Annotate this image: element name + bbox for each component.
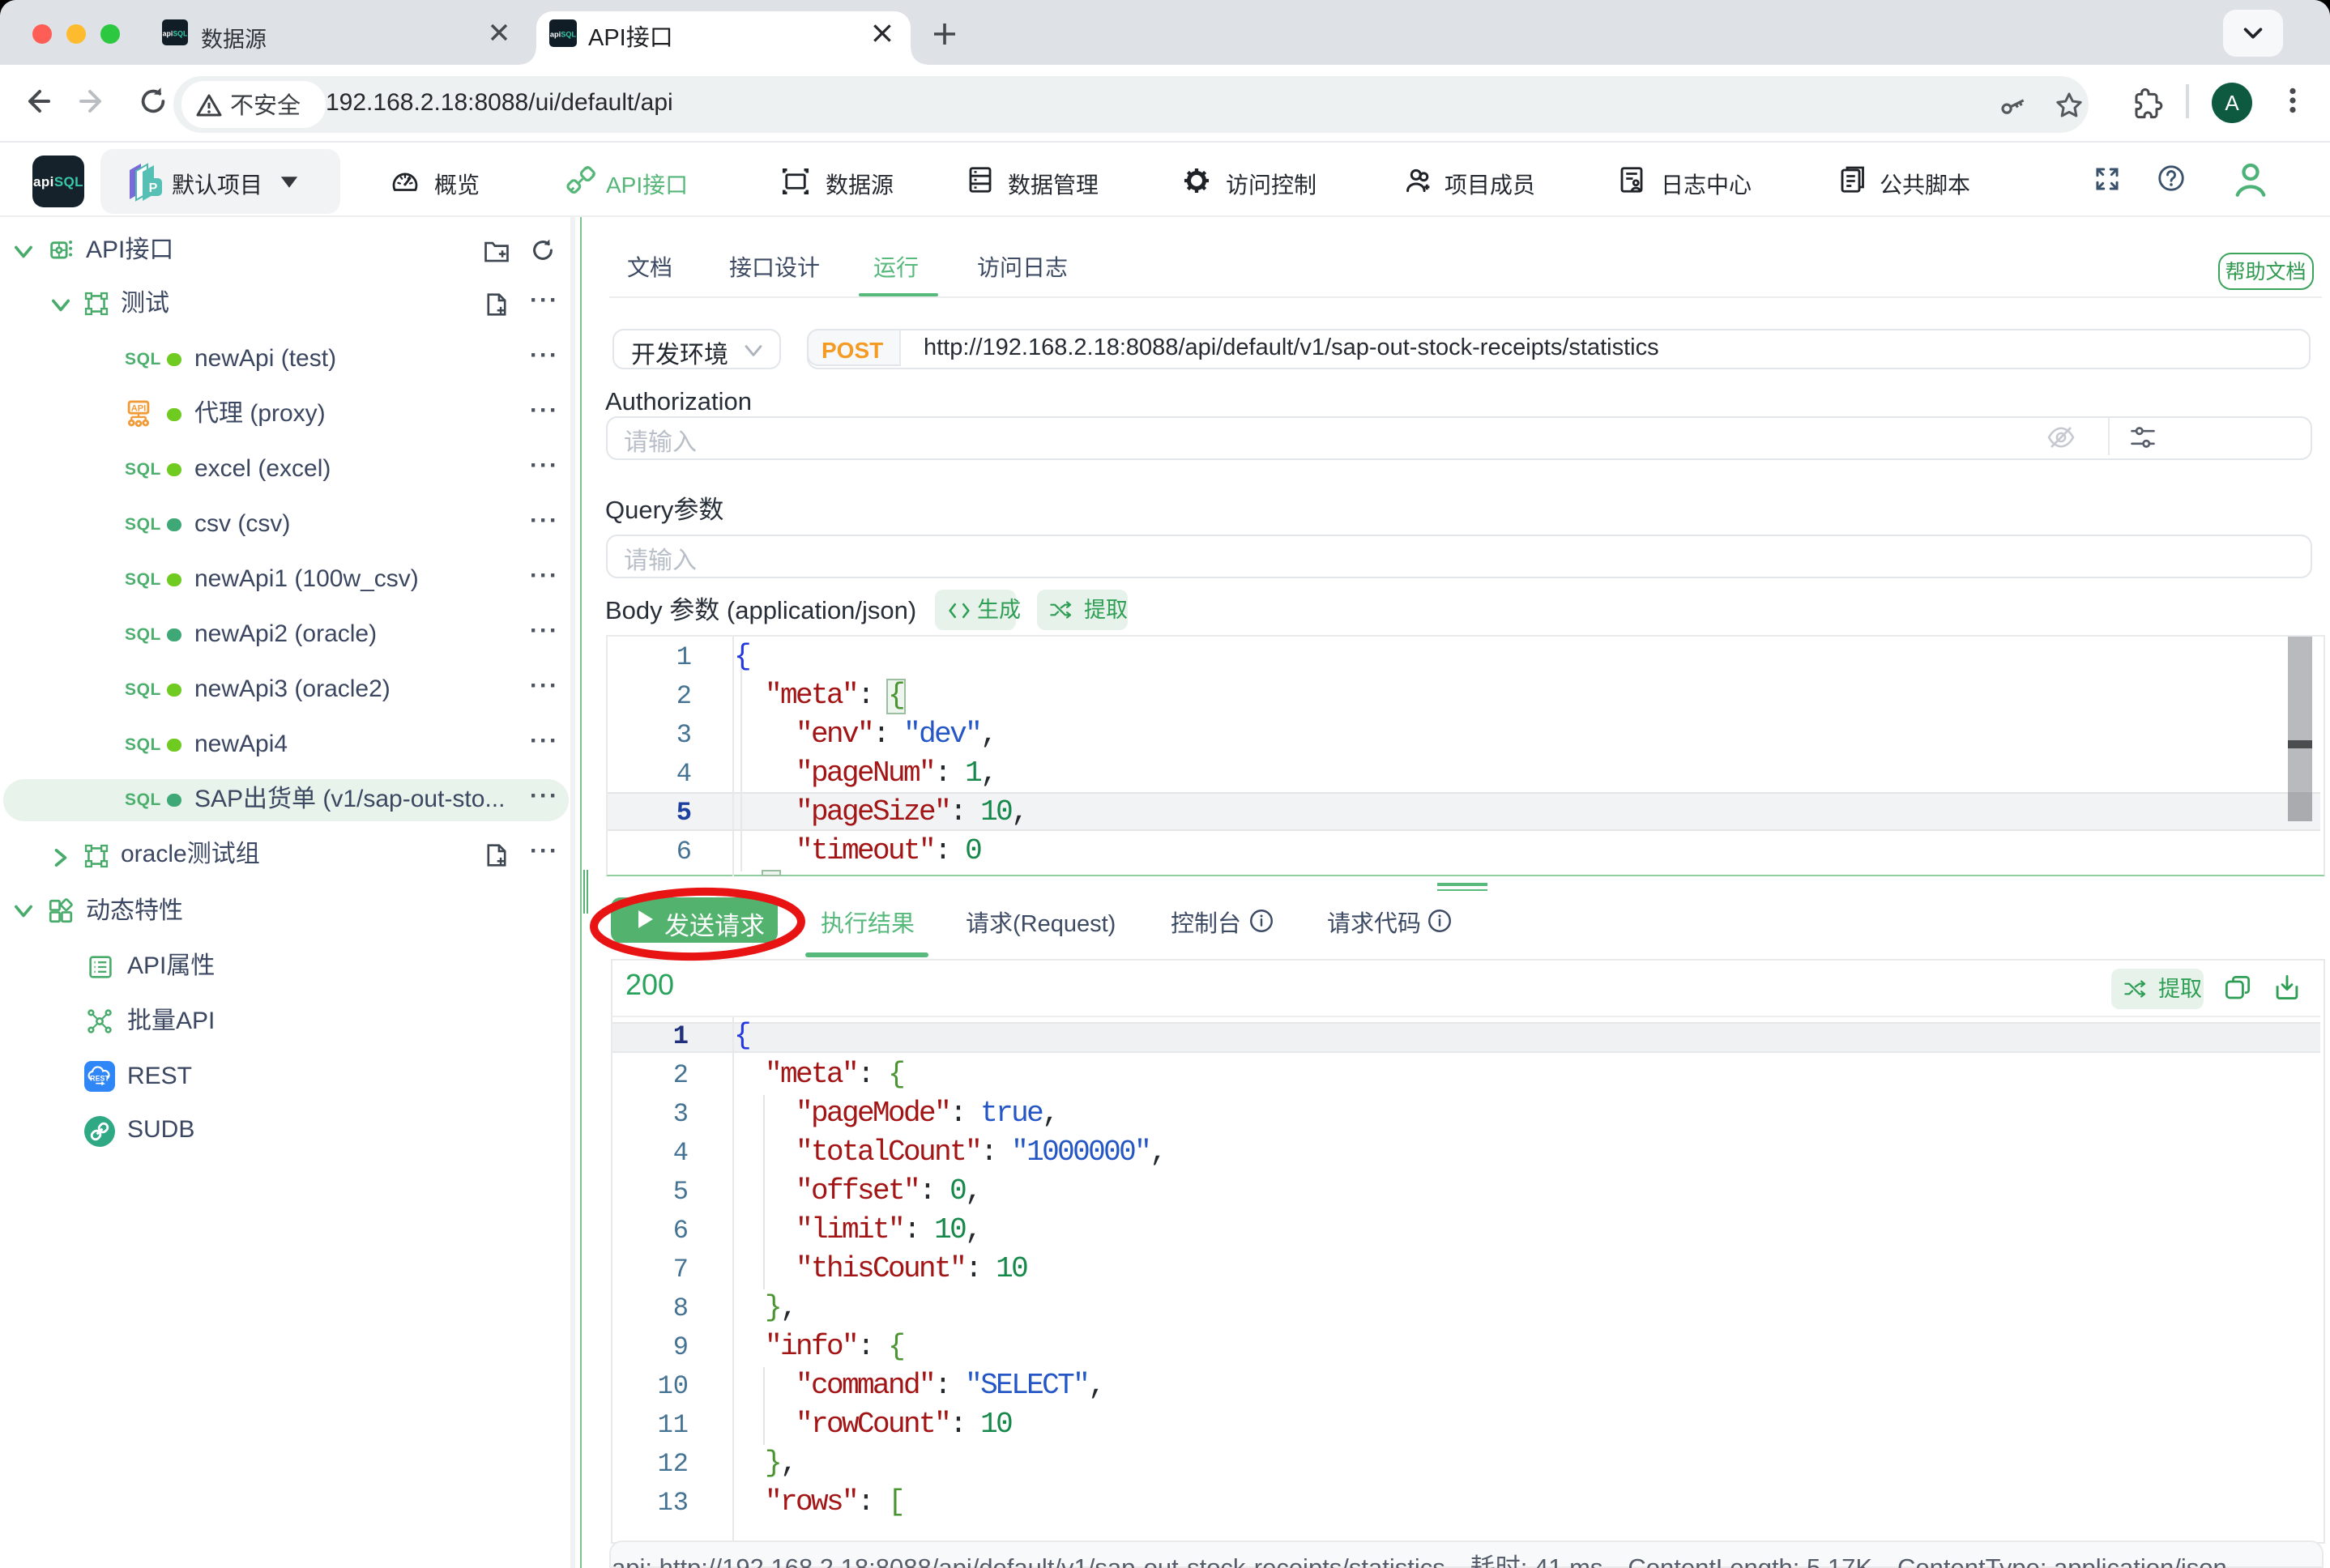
svg-text:P: P (149, 181, 158, 195)
svg-text:API: API (131, 403, 146, 413)
svg-text:apiSQL: apiSQL (550, 31, 577, 39)
svg-text:REST: REST (90, 1075, 109, 1083)
svg-text:apiSQL: apiSQL (163, 30, 188, 38)
